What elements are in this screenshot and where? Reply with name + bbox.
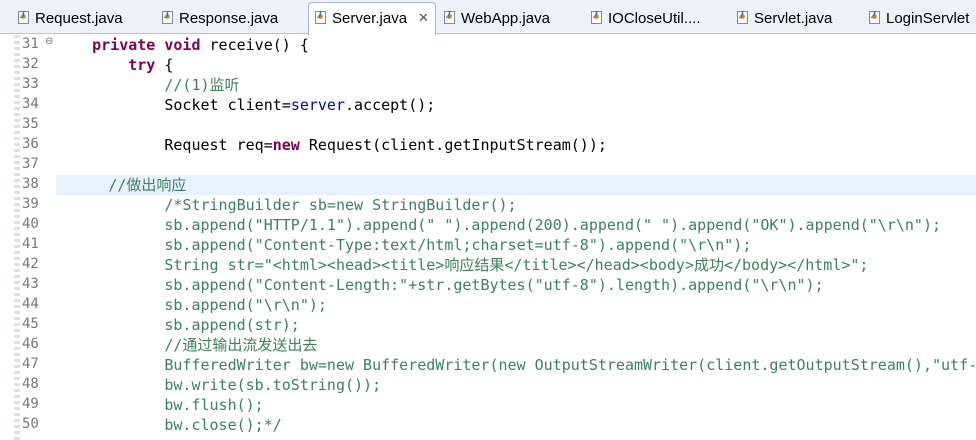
tab-label: Server.java <box>332 10 408 27</box>
code-text: sb.append(str); <box>56 316 300 334</box>
tab-ioclose-util[interactable]: IOCloseUtil.... <box>585 3 721 34</box>
code-line[interactable]: 40 sb.append("HTTP/1.1").append(" ").app… <box>0 215 976 235</box>
code-editor[interactable]: 31 ⊖ private void receive() {32 try {33 /… <box>0 35 976 440</box>
code-line[interactable]: 42 String str="<html><head><title>响应结果</… <box>0 255 976 275</box>
code-line[interactable]: 47 BufferedWriter bw=new BufferedWriter(… <box>0 355 976 375</box>
code-line[interactable]: 46 //通过输出流发送出去 <box>0 335 976 355</box>
tab-response-java[interactable]: Response.java <box>156 3 308 34</box>
java-file-icon <box>315 10 326 24</box>
line-number: 47 <box>22 356 39 372</box>
code-text: Socket client=server.accept(); <box>56 96 436 114</box>
line-number: 35 <box>22 116 39 132</box>
code-line[interactable]: 45 sb.append(str); <box>0 315 976 335</box>
code-text: String str="<html><head><title>响应结果</tit… <box>56 256 869 274</box>
code-text: sb.append("Content-Length:"+str.getBytes… <box>56 276 824 294</box>
code-text: bw.flush(); <box>56 396 264 414</box>
code-line[interactable]: 43 sb.append("Content-Length:"+str.getBy… <box>0 275 976 295</box>
code-line[interactable]: 38 //做出响应 <box>22 175 976 195</box>
code-text: //做出响应 <box>108 176 187 194</box>
code-line[interactable]: 33 //(1)监听 <box>0 75 976 95</box>
line-number: 34 <box>22 96 39 112</box>
line-number: 32 <box>22 56 39 72</box>
code-text: //(1)监听 <box>164 76 240 94</box>
editor-tab-bar: Request.java Response.java Server.java ✕… <box>0 0 976 35</box>
line-number: 41 <box>22 236 39 252</box>
tab-server-java[interactable]: Server.java ✕ <box>308 2 436 35</box>
line-number: 40 <box>22 216 39 232</box>
code-line[interactable]: 37 <box>0 155 976 175</box>
code-line[interactable]: 41 sb.append("Content-Type:text/html;cha… <box>0 235 976 255</box>
java-file-icon <box>737 10 748 24</box>
line-number: 37 <box>22 156 39 172</box>
line-number: 49 <box>22 396 39 412</box>
java-file-icon <box>444 10 455 24</box>
code-text: BufferedWriter bw=new BufferedWriter(new… <box>56 356 976 374</box>
code-line[interactable]: 36 Request req=new Request(client.getInp… <box>0 135 976 155</box>
java-file-icon <box>869 10 880 24</box>
code-text: sb.append("\r\n"); <box>56 296 327 314</box>
line-number: 36 <box>22 136 39 152</box>
line-number: 43 <box>22 276 39 292</box>
code-text: bw.write(sb.toString()); <box>56 376 382 394</box>
line-number: 42 <box>22 256 39 272</box>
tab-label: IOCloseUtil.... <box>608 10 701 27</box>
tab-webapp-java[interactable]: WebApp.java <box>438 3 584 34</box>
code-line[interactable]: 35 <box>0 115 976 135</box>
line-number: 46 <box>22 336 39 352</box>
close-icon[interactable]: ✕ <box>418 11 429 26</box>
tab-label: WebApp.java <box>461 10 550 27</box>
line-number: 48 <box>22 376 39 392</box>
code-text: private void receive() { <box>92 36 309 54</box>
line-number: 50 <box>22 416 39 432</box>
tab-label: LoginServlet <box>886 10 970 27</box>
code-line[interactable]: 34 Socket client=server.accept(); <box>0 95 976 115</box>
code-text: sb.append("Content-Type:text/html;charse… <box>56 236 752 254</box>
code-text: //通过输出流发送出去 <box>56 336 318 354</box>
line-number: 45 <box>22 316 39 332</box>
tab-loginservlet[interactable]: LoginServlet <box>863 3 976 34</box>
code-text: /*StringBuilder sb=new StringBuilder(); <box>164 196 517 214</box>
code-line[interactable]: 50 bw.close();*/ <box>0 415 976 435</box>
code-line[interactable]: 31 ⊖ private void receive() { <box>0 35 976 55</box>
code-line[interactable]: 32 try { <box>0 55 976 75</box>
code-text: bw.close();*/ <box>56 416 282 434</box>
tab-label: Request.java <box>35 10 123 27</box>
line-number: 31 <box>22 36 39 52</box>
java-file-icon <box>18 10 29 24</box>
tab-label: Response.java <box>179 10 279 27</box>
tab-request-java[interactable]: Request.java <box>12 3 148 34</box>
code-line[interactable]: 49 bw.flush(); <box>0 395 976 415</box>
line-number: 33 <box>22 76 39 92</box>
code-line[interactable]: 39 /*StringBuilder sb=new StringBuilder(… <box>0 195 976 215</box>
line-number: 44 <box>22 296 39 312</box>
tab-label: Servlet.java <box>754 10 833 27</box>
java-file-icon <box>591 10 602 24</box>
code-text: try { <box>128 56 174 74</box>
code-text: Request req=new Request(client.getInputS… <box>56 136 607 154</box>
fold-collapse-icon[interactable]: ⊖ <box>45 36 53 47</box>
code-text: sb.append("HTTP/1.1").append(" ").append… <box>56 216 942 234</box>
tab-servlet-java[interactable]: Servlet.java <box>731 3 865 34</box>
code-line[interactable]: 48 bw.write(sb.toString()); <box>0 375 976 395</box>
java-file-icon <box>162 10 173 24</box>
line-number: 39 <box>22 196 39 212</box>
code-line[interactable]: 44 sb.append("\r\n"); <box>0 295 976 315</box>
